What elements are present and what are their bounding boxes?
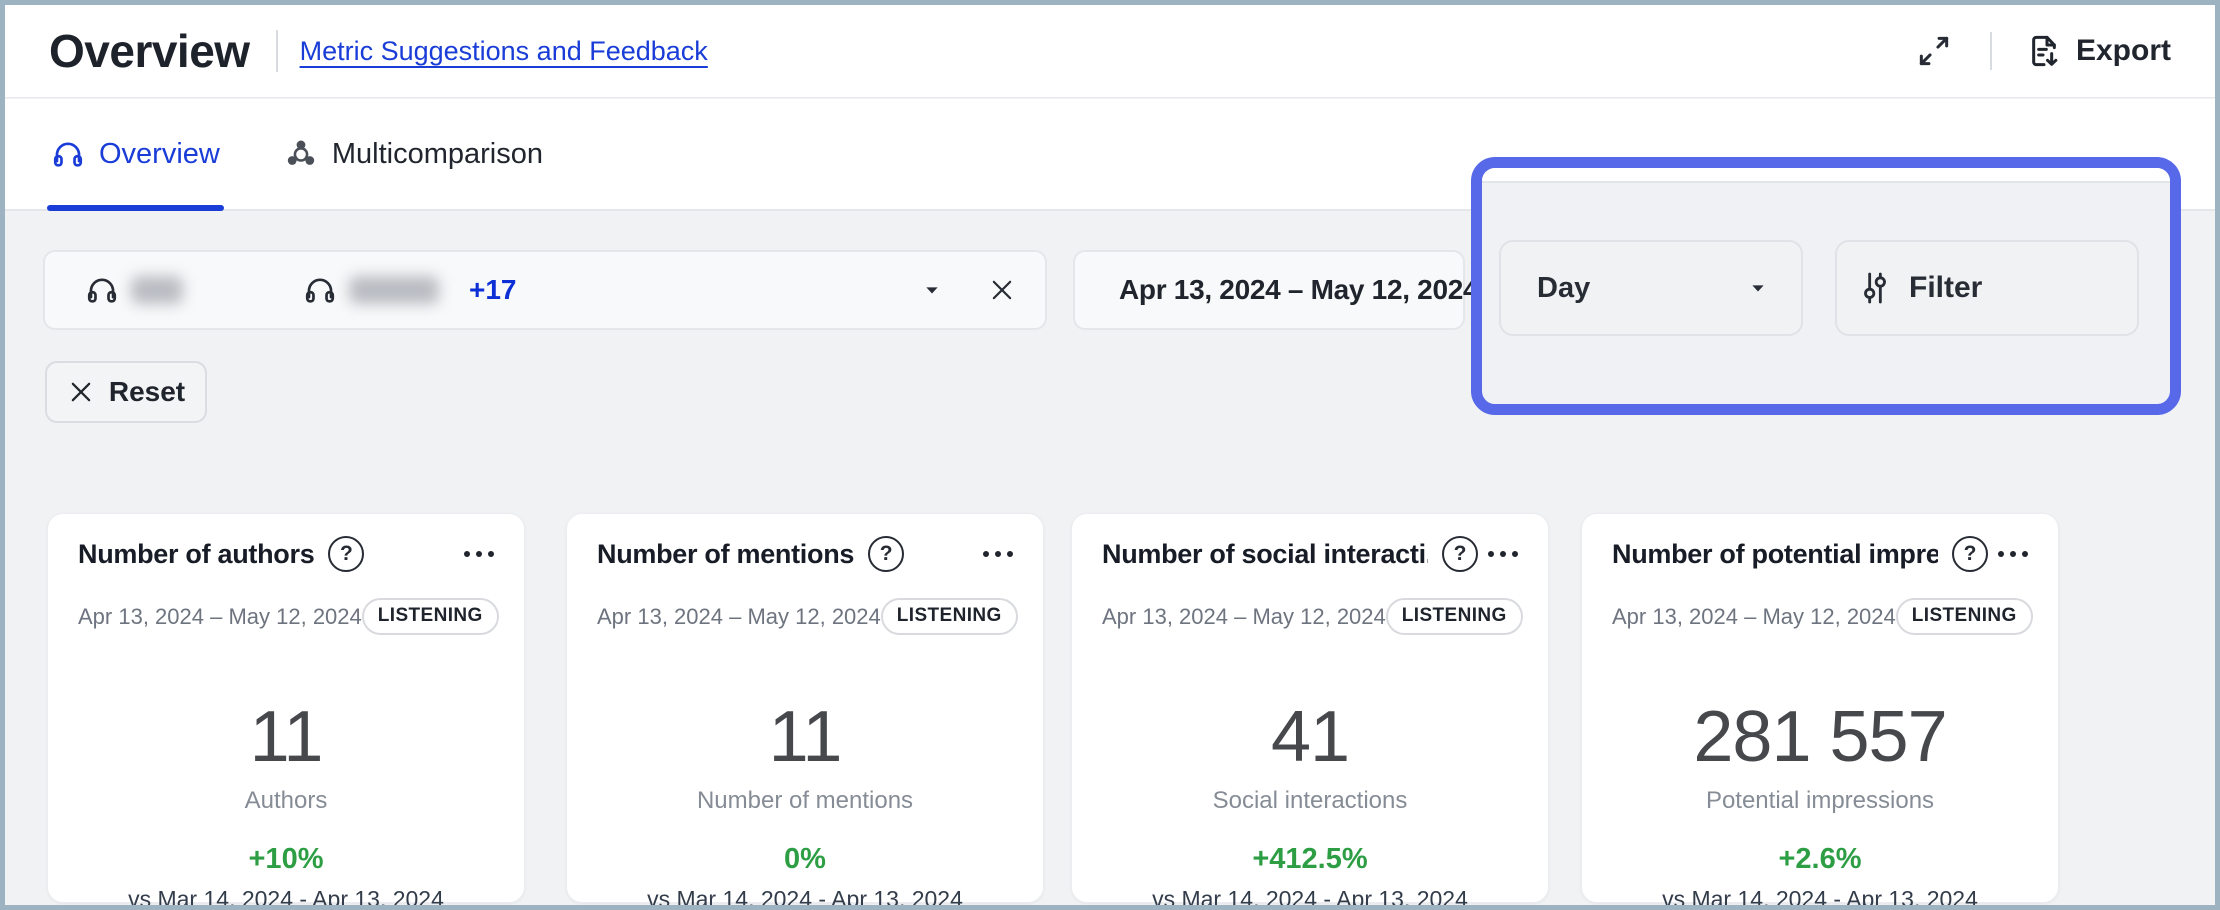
headphones-icon [303, 273, 337, 307]
caret-down-icon[interactable] [919, 277, 945, 303]
reset-button[interactable]: Reset [45, 361, 207, 423]
tab-overview-label: Overview [99, 138, 220, 171]
card-header: Number of potential impre... ? [1612, 536, 2028, 572]
reset-x-icon [67, 378, 95, 406]
metric-value: 11 [78, 701, 494, 773]
metric-card-mentions: Number of mentions ? Apr 13, 2024 – May … [566, 513, 1044, 903]
headphones-icon [85, 273, 119, 307]
metric-change: +2.6% [1612, 843, 2028, 876]
redacted-project-name [349, 276, 439, 304]
reset-label: Reset [109, 376, 185, 408]
header-actions-divider [1990, 32, 1992, 70]
metric-card-potential-impressions: Number of potential impre... ? Apr 13, 2… [1581, 513, 2059, 903]
card-header: Number of social interacti... ? [1102, 536, 1518, 572]
metric-change: +412.5% [1102, 843, 1518, 876]
listening-badge: LISTENING [881, 598, 1018, 635]
header-actions: Export [1910, 27, 2171, 75]
highlight-annotation-box: Day Filter [1471, 157, 2181, 415]
page-title: Overview [49, 24, 250, 78]
card-header: Number of authors ? [78, 536, 494, 572]
card-period: Apr 13, 2024 – May 12, 2024 [597, 604, 881, 630]
metric-card-social-interactions: Number of social interacti... ? Apr 13, … [1071, 513, 1549, 903]
overview-dashboard: Overview Metric Suggestions and Feedback… [0, 0, 2220, 910]
metric-label: Social interactions [1102, 787, 1518, 815]
more-menu-button[interactable] [454, 551, 494, 557]
filter-label: Filter [1909, 271, 1982, 305]
sources-overflow-count[interactable]: +17 [469, 274, 517, 306]
listening-badge: LISTENING [1386, 598, 1523, 635]
help-icon[interactable]: ? [1442, 536, 1478, 572]
help-icon[interactable]: ? [328, 536, 364, 572]
listening-badge: LISTENING [1896, 598, 2033, 635]
card-period: Apr 13, 2024 – May 12, 2024 [78, 604, 362, 630]
card-title: Number of social interacti... [1102, 539, 1428, 570]
card-header: Number of mentions ? [597, 536, 1013, 572]
card-title: Number of mentions [597, 539, 854, 570]
card-title: Number of potential impre... [1612, 539, 1938, 570]
header-divider [276, 30, 278, 72]
card-period: Apr 13, 2024 – May 12, 2024 [1612, 604, 1896, 630]
help-icon[interactable]: ? [1952, 536, 1988, 572]
card-subheader: Apr 13, 2024 – May 12, 2024 LISTENING [1612, 598, 2028, 635]
metric-compare-period: vs Mar 14, 2024 - Apr 13, 2024 [1102, 886, 1518, 910]
sources-select[interactable]: +17 [43, 250, 1047, 330]
help-icon[interactable]: ? [868, 536, 904, 572]
tab-overview[interactable]: Overview [51, 99, 220, 209]
metric-compare-period: vs Mar 14, 2024 - Apr 13, 2024 [78, 886, 494, 910]
metric-label: Potential impressions [1612, 787, 2028, 815]
card-subheader: Apr 13, 2024 – May 12, 2024 LISTENING [1102, 598, 1518, 635]
more-menu-button[interactable] [1478, 551, 1518, 557]
metric-suggestions-link[interactable]: Metric Suggestions and Feedback [300, 36, 708, 67]
redacted-project-name [131, 276, 183, 304]
card-subheader: Apr 13, 2024 – May 12, 2024 LISTENING [597, 598, 1013, 635]
sources-select-controls [919, 275, 1017, 305]
metric-value: 281 557 [1612, 701, 2028, 773]
date-range-picker[interactable]: Apr 13, 2024 – May 12, 2024 [1073, 250, 1465, 330]
filter-button[interactable]: Filter [1835, 240, 2139, 336]
metric-value: 41 [1102, 701, 1518, 773]
listening-badge: LISTENING [362, 598, 499, 635]
headphones-icon [51, 137, 85, 171]
export-icon [2024, 31, 2064, 71]
more-menu-button[interactable] [1988, 551, 2028, 557]
highlight-box-top-strip [1482, 168, 2170, 183]
metric-card-authors: Number of authors ? Apr 13, 2024 – May 1… [47, 513, 525, 903]
clear-sources-icon[interactable] [987, 275, 1017, 305]
metric-change: 0% [597, 843, 1013, 876]
metric-value: 11 [597, 701, 1013, 773]
card-title: Number of authors [78, 539, 314, 570]
card-subheader: Apr 13, 2024 – May 12, 2024 LISTENING [78, 598, 494, 635]
expand-icon [1915, 32, 1953, 70]
metric-change: +10% [78, 843, 494, 876]
metric-compare-period: vs Mar 14, 2024 - Apr 13, 2024 [597, 886, 1013, 910]
page-header: Overview Metric Suggestions and Feedback… [5, 5, 2215, 98]
granularity-dropdown[interactable]: Day [1499, 240, 1803, 336]
export-label: Export [2076, 34, 2171, 68]
export-button[interactable]: Export [2024, 31, 2171, 71]
metric-label: Authors [78, 787, 494, 815]
metric-label: Number of mentions [597, 787, 1013, 815]
caret-down-icon [1745, 275, 1771, 301]
tab-multicomparison[interactable]: Multicomparison [284, 99, 543, 209]
date-range-value: Apr 13, 2024 – May 12, 2024 [1119, 274, 1478, 306]
metric-compare-period: vs Mar 14, 2024 - Apr 13, 2024 [1612, 886, 2028, 910]
more-menu-button[interactable] [973, 551, 1013, 557]
tab-multicomparison-label: Multicomparison [332, 138, 543, 171]
multicomparison-icon [284, 137, 318, 171]
sliders-icon [1855, 268, 1895, 308]
granularity-value: Day [1537, 272, 1590, 305]
expand-button[interactable] [1910, 27, 1958, 75]
card-period: Apr 13, 2024 – May 12, 2024 [1102, 604, 1386, 630]
